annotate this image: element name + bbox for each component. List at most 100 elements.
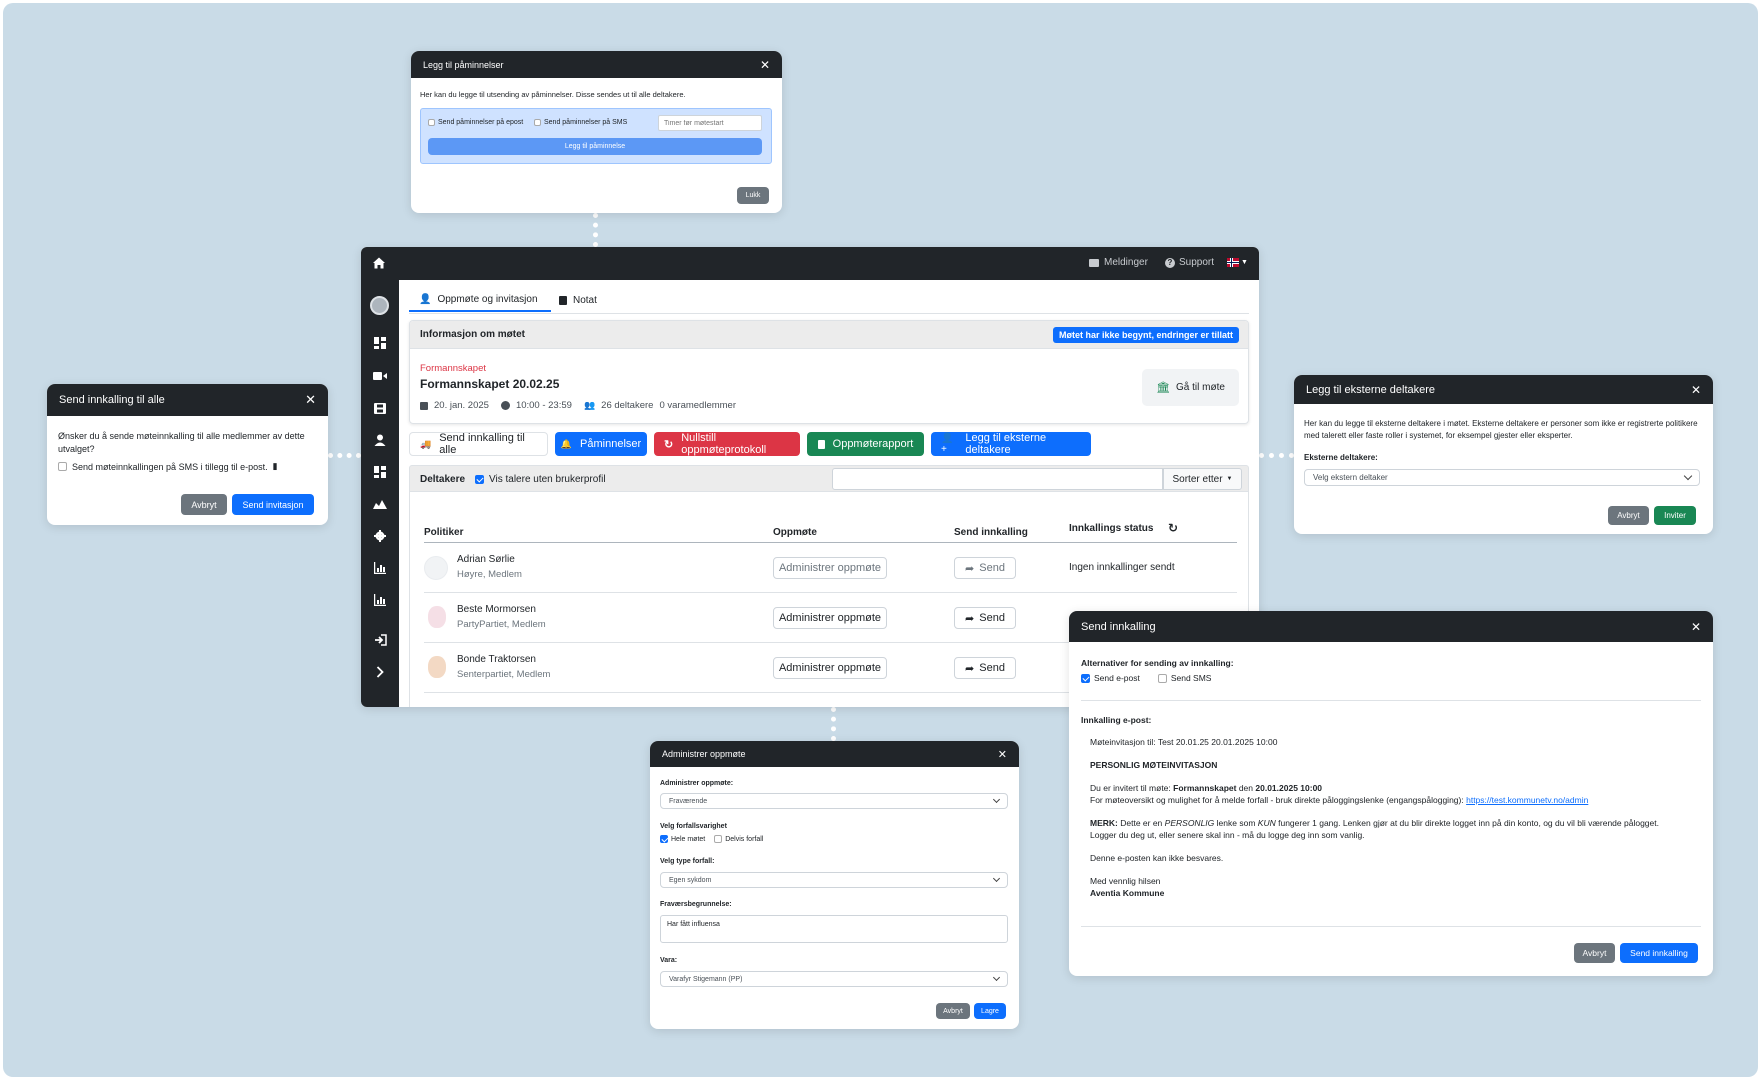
reset-label: Nullstill oppmøteprotokoll xyxy=(681,432,767,456)
divider xyxy=(1081,926,1701,927)
film-icon[interactable] xyxy=(372,400,388,416)
go-to-meeting-button[interactable]: 🏛 Gå til møte xyxy=(1142,369,1239,406)
calendar-icon xyxy=(420,401,428,410)
close-icon[interactable]: ✕ xyxy=(998,748,1007,761)
manage-attendance-button[interactable]: Administrer oppmøte xyxy=(773,657,887,679)
show-speakers-checkbox[interactable] xyxy=(475,475,484,484)
hours-input[interactable] xyxy=(658,115,762,131)
options-label: Alternativer for sending av innkalling: xyxy=(1081,658,1234,668)
email-label: Innkalling e-post: xyxy=(1081,715,1152,725)
connector-right xyxy=(1259,453,1294,458)
close-icon[interactable]: ✕ xyxy=(1691,383,1701,397)
duration-label: Velg forfallsvarighet xyxy=(660,823,727,830)
add-external-button[interactable]: 👤+ Legg til eksterne deltakere xyxy=(931,432,1091,456)
chart-icon[interactable] xyxy=(372,560,388,576)
email-checkbox[interactable] xyxy=(428,119,435,126)
cancel-button[interactable]: Avbryt xyxy=(181,494,227,515)
note-icon xyxy=(559,295,567,305)
user-icon[interactable] xyxy=(372,432,388,448)
avatar[interactable] xyxy=(370,296,389,315)
manage-attendance-button[interactable]: Administrer oppmøte xyxy=(773,557,887,579)
send-button[interactable]: ➦ Send xyxy=(954,657,1016,679)
meeting-title: Formannskapet 20.02.25 xyxy=(420,377,560,391)
chevron-down-icon xyxy=(992,973,1001,982)
col-send: Send innkalling xyxy=(954,527,1028,538)
logout-icon[interactable] xyxy=(372,632,388,648)
close-icon[interactable]: ✕ xyxy=(1691,620,1701,634)
sender-text: Aventia Kommune xyxy=(1090,888,1165,898)
reset-protocol-button[interactable]: ↻ Nullstill oppmøteprotokoll xyxy=(654,432,800,456)
send-invitation-button[interactable]: Send innkalling xyxy=(1620,943,1698,963)
close-button[interactable]: Lukk xyxy=(737,187,769,204)
modal-header: Send innkalling til alle ✕ xyxy=(47,384,328,416)
modal-header: Legg til påminnelser ✕ xyxy=(411,51,782,78)
col-politician: Politiker xyxy=(424,527,464,538)
cancel-button[interactable]: Avbryt xyxy=(936,1003,970,1019)
external-select[interactable]: Velg ekstern deltaker xyxy=(1304,469,1700,486)
home-icon[interactable] xyxy=(372,256,386,270)
sort-dropdown[interactable]: Sorter etter ▼ xyxy=(1163,468,1242,490)
cancel-button[interactable]: Avbryt xyxy=(1574,943,1615,963)
show-speakers-label: Vis talere uten brukerprofil xyxy=(489,474,606,485)
committee-label: Formannskapet xyxy=(420,363,487,374)
email-checkbox[interactable] xyxy=(1081,673,1090,683)
email-option-label: Send e-post xyxy=(1094,673,1140,683)
chevron-right-icon[interactable] xyxy=(372,664,388,680)
search-input[interactable] xyxy=(832,468,1163,490)
login-link[interactable]: https://test.kommunetv.no/admin xyxy=(1466,795,1588,805)
sms-checkbox[interactable] xyxy=(1157,673,1167,683)
vara-label: Vara: xyxy=(660,957,678,964)
close-icon[interactable]: ✕ xyxy=(760,58,770,72)
modal-title: Administrer oppmøte xyxy=(662,749,746,759)
manage-attendance-button[interactable]: Administrer oppmøte xyxy=(773,607,887,629)
chevron-down-icon xyxy=(992,795,1001,804)
col-status: Innkallings status xyxy=(1069,523,1154,534)
politician-name: Bonde Traktorsen xyxy=(457,654,536,665)
dashboard-icon[interactable] xyxy=(372,464,388,480)
support-link[interactable]: Support xyxy=(1179,257,1214,268)
vara-select[interactable]: Varafyr Stigemann (PP) xyxy=(660,971,1008,987)
add-reminder-button[interactable]: Legg til påminnelse xyxy=(428,138,762,155)
landmark-icon[interactable] xyxy=(372,496,388,512)
sms-checkbox[interactable] xyxy=(58,462,67,471)
clock-icon xyxy=(500,401,510,410)
note-c: fungerer 1 gang. Lenken gjør at du blir … xyxy=(1278,818,1659,828)
partial-checkbox[interactable] xyxy=(714,835,723,843)
sms-checkbox[interactable] xyxy=(534,119,541,126)
absence-type-select[interactable]: Egen sykdom xyxy=(660,872,1008,888)
tab-label: Oppmøte og invitasjon xyxy=(437,293,538,305)
tab-label: Notat xyxy=(573,294,597,306)
send-invitation-button[interactable]: Send invitasjon xyxy=(232,494,314,515)
reminders-button[interactable]: 🔔 Påminnelser xyxy=(555,432,647,456)
send-all-button[interactable]: 🚚 Send innkalling til alle xyxy=(409,432,548,456)
cancel-button[interactable]: Avbryt xyxy=(1608,506,1649,525)
politician-name: Adrian Sørlie xyxy=(457,554,515,565)
send-button[interactable]: ➦ Send xyxy=(954,607,1016,629)
type-label: Velg type forfall: xyxy=(660,858,715,865)
modal-title: Legg til eksterne deltakere xyxy=(1306,383,1436,396)
attendance-report-button[interactable]: Oppmøterapport xyxy=(807,432,924,456)
gear-icon[interactable] xyxy=(372,528,388,544)
invite-button[interactable]: Inviter xyxy=(1654,506,1696,525)
modal-title: Legg til påminnelser xyxy=(423,59,504,70)
email-heading: PERSONLIG MØTEINVITASJON xyxy=(1090,760,1218,770)
refresh-icon[interactable]: ↻ xyxy=(1168,521,1178,535)
sms-option-label: Send SMS xyxy=(1170,673,1212,683)
modal-title: Send innkalling xyxy=(1081,620,1156,633)
tab-notes[interactable]: Notat xyxy=(559,288,597,312)
attendance-select[interactable]: Fraværende xyxy=(660,793,1008,809)
whole-meeting-checkbox[interactable] xyxy=(660,835,668,843)
send-button[interactable]: ➦ Send xyxy=(954,557,1016,579)
messages-link[interactable]: Meldinger xyxy=(1104,257,1148,268)
avatar xyxy=(424,556,448,580)
close-icon[interactable]: ✕ xyxy=(305,392,316,408)
reason-textarea[interactable]: Har fått influensa xyxy=(660,915,1008,943)
politician-party: Senterpartiet, Medlem xyxy=(457,669,551,680)
dashboard-icon[interactable] xyxy=(372,335,388,351)
save-button[interactable]: Lagre xyxy=(974,1003,1006,1019)
tab-attendance[interactable]: 👤 Oppmøte og invitasjon xyxy=(409,288,551,312)
chart-icon[interactable] xyxy=(372,592,388,608)
video-icon[interactable] xyxy=(372,368,388,384)
language-selector[interactable]: ▼ xyxy=(1227,258,1248,267)
divider xyxy=(1081,700,1701,701)
